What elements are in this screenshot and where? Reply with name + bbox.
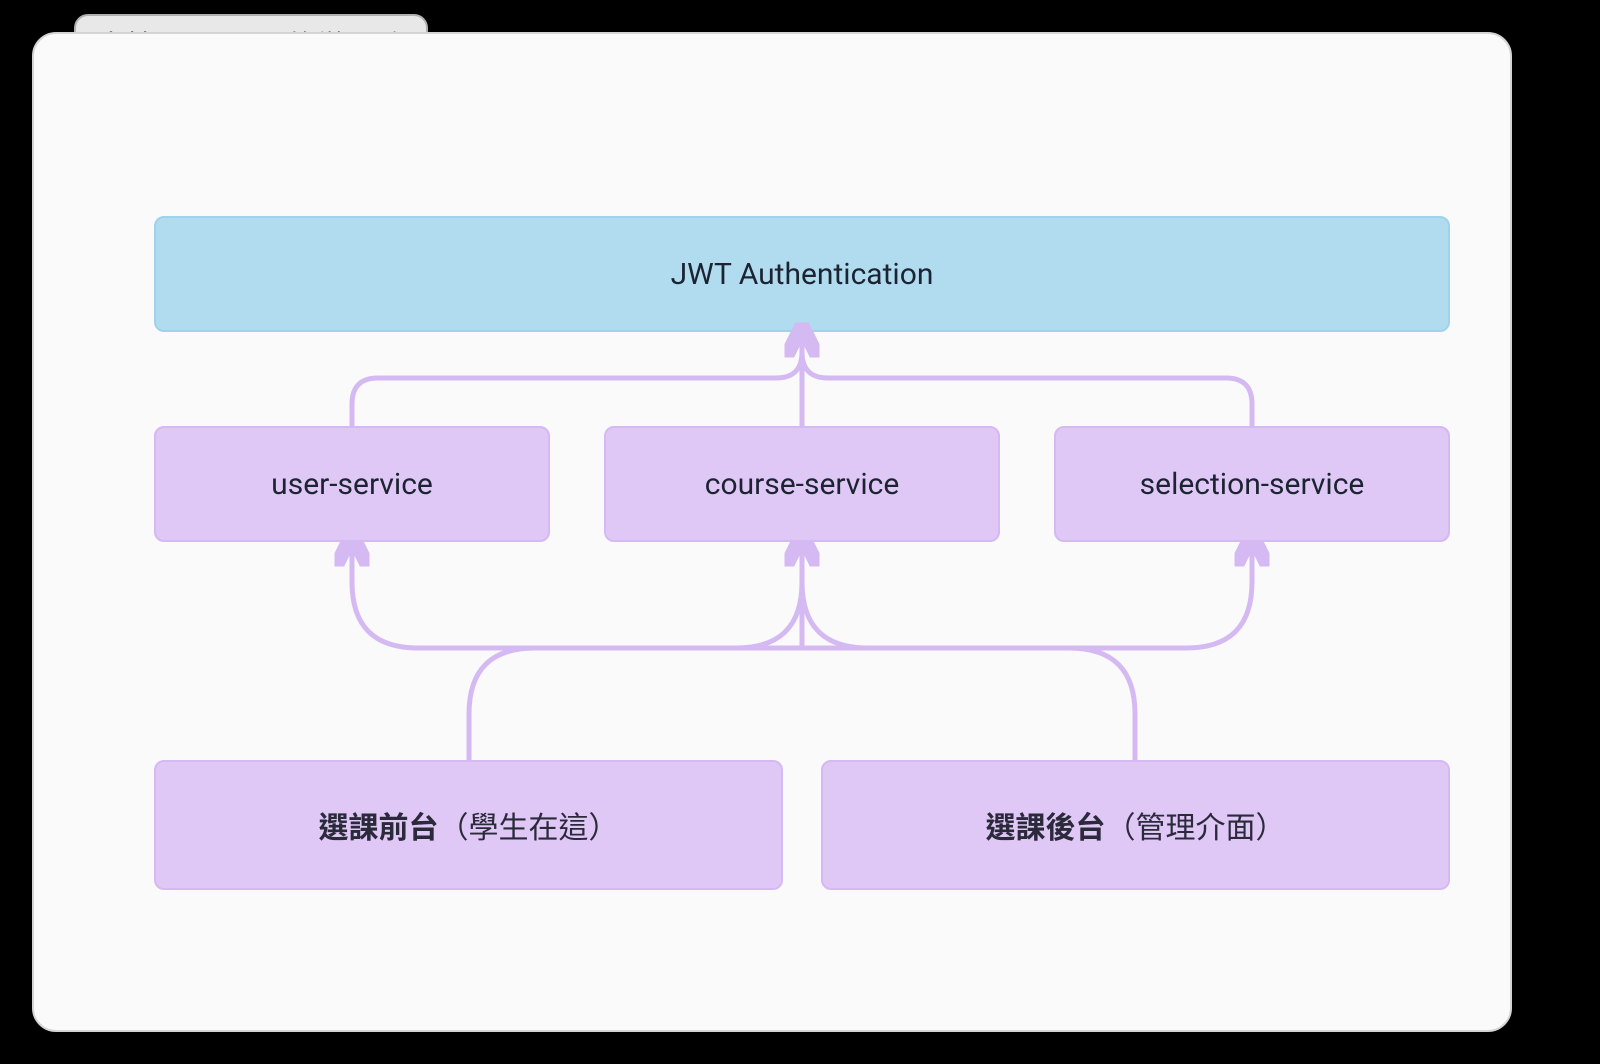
diagram-frame: JWT Authentication user-service course-s… — [32, 32, 1512, 1032]
service-label: user-service — [271, 467, 433, 502]
services-row: user-service course-service selection-se… — [154, 426, 1450, 542]
jwt-auth-label: JWT Authentication — [671, 257, 934, 292]
selection-service-box: selection-service — [1054, 426, 1450, 542]
course-service-box: course-service — [604, 426, 1000, 542]
frontend-client-box: 選課前台（學生在這） — [154, 760, 783, 890]
service-label: course-service — [705, 467, 899, 502]
user-service-box: user-service — [154, 426, 550, 542]
jwt-auth-box: JWT Authentication — [154, 216, 1450, 332]
service-label: selection-service — [1140, 467, 1365, 502]
clients-row: 選課前台（學生在這） 選課後台（管理介面） — [154, 760, 1450, 890]
client-label: 選課前台（學生在這） — [319, 803, 619, 847]
backend-client-box: 選課後台（管理介面） — [821, 760, 1450, 890]
client-label: 選課後台（管理介面） — [986, 803, 1286, 847]
